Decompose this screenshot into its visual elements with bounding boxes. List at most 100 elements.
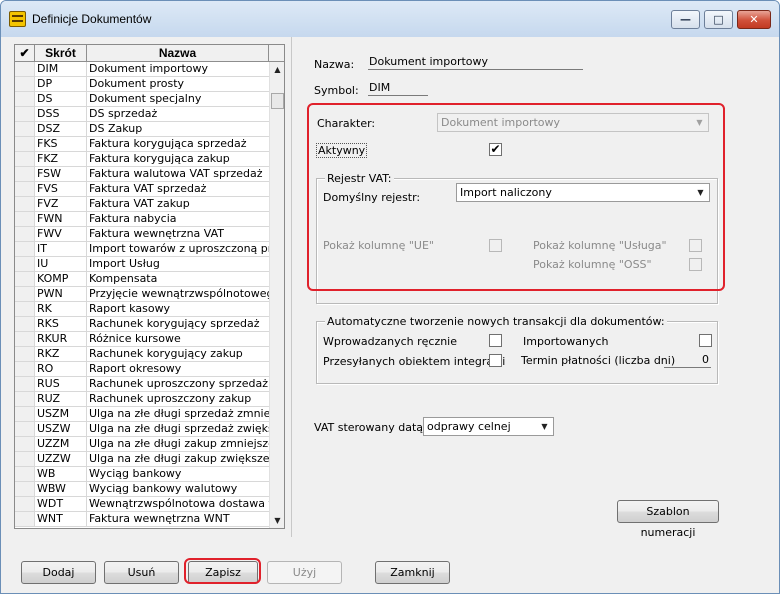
table-row[interactable]: USZW Ulga na złe długi sprzedaż zwiększe xyxy=(15,422,269,437)
row-checkmark-cell[interactable] xyxy=(15,332,35,346)
table-row[interactable]: FVS Faktura VAT sprzedaż xyxy=(15,182,269,197)
table-row[interactable]: WDT Wewnątrzwspólnotowa dostawa tow xyxy=(15,497,269,512)
row-checkmark-cell[interactable] xyxy=(15,62,35,76)
symbol-field[interactable]: DIM xyxy=(368,81,428,96)
row-abbr-cell: UZZW xyxy=(35,452,87,466)
manual-checkbox[interactable] xyxy=(489,334,502,347)
row-checkmark-cell[interactable] xyxy=(15,197,35,211)
row-checkmark-cell[interactable] xyxy=(15,497,35,511)
table-row[interactable]: PWNPrzyjęcie wewnątrzwspólnotowego n xyxy=(15,287,269,302)
row-name-cell: Faktura wewnętrzna VAT xyxy=(89,227,225,240)
table-row[interactable]: DP Dokument prosty xyxy=(15,77,269,92)
row-abbr-cell: DIM xyxy=(35,62,87,76)
table-row[interactable]: UZZMUlga na złe długi zakup zmniejszenie xyxy=(15,437,269,452)
table-row[interactable]: DIM Dokument importowy xyxy=(15,62,269,77)
close-window-button[interactable]: ✕ xyxy=(737,10,771,29)
table-row[interactable]: DSZ DS Zakup xyxy=(15,122,269,137)
close-icon: ✕ xyxy=(749,13,759,26)
row-checkmark-cell[interactable] xyxy=(15,167,35,181)
table-row[interactable]: RO Raport okresowy xyxy=(15,362,269,377)
row-name-cell: Wyciąg bankowy xyxy=(89,467,182,480)
table-row[interactable]: RKUR Różnice kursowe xyxy=(15,332,269,347)
row-checkmark-cell[interactable] xyxy=(15,242,35,256)
row-checkmark-cell[interactable] xyxy=(15,212,35,226)
row-checkmark-cell[interactable] xyxy=(15,137,35,151)
row-checkmark-cell[interactable] xyxy=(15,257,35,271)
table-row[interactable]: WB Wyciąg bankowy xyxy=(15,467,269,482)
scroll-up-button[interactable]: ▲ xyxy=(270,62,284,77)
row-checkmark-cell[interactable] xyxy=(15,317,35,331)
row-checkmark-cell[interactable] xyxy=(15,482,35,496)
delete-button[interactable]: Usuń xyxy=(104,561,179,584)
table-row[interactable]: FWV Faktura wewnętrzna VAT xyxy=(15,227,269,242)
abbr-column-header[interactable]: Skrót xyxy=(35,45,87,62)
row-checkmark-cell[interactable] xyxy=(15,302,35,316)
table-row[interactable]: FVZ Faktura VAT zakup xyxy=(15,197,269,212)
symbol-label: Symbol: xyxy=(314,84,359,97)
title-bar[interactable]: Definicje Dokumentów — □ ✕ xyxy=(1,1,779,37)
grid-vertical-scrollbar[interactable]: ▲ ▼ xyxy=(269,62,284,528)
table-row[interactable]: KOMP Kompensata xyxy=(15,272,269,287)
row-checkmark-cell[interactable] xyxy=(15,122,35,136)
row-checkmark-cell[interactable] xyxy=(15,422,35,436)
table-row[interactable]: DS Dokument specjalny xyxy=(15,92,269,107)
table-row[interactable]: FWN Faktura nabycia xyxy=(15,212,269,227)
table-row[interactable]: DSS DS sprzedaż xyxy=(15,107,269,122)
table-row[interactable]: RUS Rachunek uproszczony sprzedaż xyxy=(15,377,269,392)
name-column-header[interactable]: Nazwa xyxy=(87,45,269,62)
table-row[interactable]: FKZ Faktura korygująca zakup xyxy=(15,152,269,167)
minimize-button[interactable]: — xyxy=(671,10,700,29)
row-checkmark-cell[interactable] xyxy=(15,272,35,286)
add-button[interactable]: Dodaj xyxy=(21,561,96,584)
table-row[interactable]: ITImport towarów z uproszczoną proce xyxy=(15,242,269,257)
row-checkmark-cell[interactable] xyxy=(15,467,35,481)
table-row[interactable]: WNT Faktura wewnętrzna WNT xyxy=(15,512,269,527)
row-checkmark-cell[interactable] xyxy=(15,392,35,406)
row-checkmark-cell[interactable] xyxy=(15,107,35,121)
scroll-thumb[interactable] xyxy=(271,93,284,109)
table-row[interactable]: RKS Rachunek korygujący sprzedaż xyxy=(15,317,269,332)
row-checkmark-cell[interactable] xyxy=(15,452,35,466)
document-types-grid[interactable]: ✔ Skrót Nazwa DIM Dokument importowy DP Dok… xyxy=(14,44,285,529)
checkmark-icon: ✔ xyxy=(19,46,30,60)
row-abbr-cell: IT xyxy=(35,242,87,256)
integration-checkbox[interactable] xyxy=(489,354,502,367)
row-checkmark-cell[interactable] xyxy=(15,152,35,166)
pane-splitter[interactable] xyxy=(291,37,292,537)
row-checkmark-cell[interactable] xyxy=(15,377,35,391)
table-row[interactable]: USZMUlga na złe długi sprzedaż zmniejsze xyxy=(15,407,269,422)
row-checkmark-cell[interactable] xyxy=(15,182,35,196)
row-checkmark-cell[interactable] xyxy=(15,287,35,301)
table-row[interactable]: RK Raport kasowy xyxy=(15,302,269,317)
row-checkmark-cell[interactable] xyxy=(15,437,35,451)
table-row[interactable]: RKZ Rachunek korygujący zakup xyxy=(15,347,269,362)
row-name-cell: Raport kasowy xyxy=(89,302,171,315)
row-checkmark-cell[interactable] xyxy=(15,512,35,526)
row-abbr-cell: WNT xyxy=(35,512,87,526)
payment-term-field[interactable]: 0 xyxy=(664,353,711,368)
table-row[interactable]: FKS Faktura korygująca sprzedaż xyxy=(15,137,269,152)
numbering-template-button[interactable]: Szablon numeracji xyxy=(617,500,719,539)
row-name-cell: DS sprzedaż xyxy=(89,107,158,120)
row-name-cell: Faktura VAT sprzedaż xyxy=(89,182,207,195)
row-name-cell: Faktura wewnętrzna WNT xyxy=(89,512,230,525)
close-button[interactable]: Zamknij xyxy=(375,561,450,584)
row-checkmark-cell[interactable] xyxy=(15,347,35,361)
table-row[interactable]: UZZW Ulga na złe długi zakup zwiększenie xyxy=(15,452,269,467)
row-checkmark-cell[interactable] xyxy=(15,77,35,91)
scroll-down-button[interactable]: ▼ xyxy=(270,513,284,528)
table-row[interactable]: RUZ Rachunek uproszczony zakup xyxy=(15,392,269,407)
vat-date-select[interactable]: odprawy celnej ▼ xyxy=(423,417,554,436)
row-checkmark-cell[interactable] xyxy=(15,362,35,376)
imported-checkbox[interactable] xyxy=(699,334,712,347)
table-row[interactable]: WBW Wyciąg bankowy walutowy xyxy=(15,482,269,497)
table-row[interactable]: FSW Faktura walutowa VAT sprzedaż xyxy=(15,167,269,182)
table-row[interactable]: IU Import Usług xyxy=(15,257,269,272)
row-checkmark-cell[interactable] xyxy=(15,227,35,241)
row-checkmark-cell[interactable] xyxy=(15,92,35,106)
checkmark-column-header[interactable]: ✔ xyxy=(15,45,35,62)
maximize-button[interactable]: □ xyxy=(704,10,733,29)
imported-label: Importowanych xyxy=(523,335,609,348)
row-checkmark-cell[interactable] xyxy=(15,407,35,421)
name-field[interactable]: Dokument importowy xyxy=(368,55,583,70)
